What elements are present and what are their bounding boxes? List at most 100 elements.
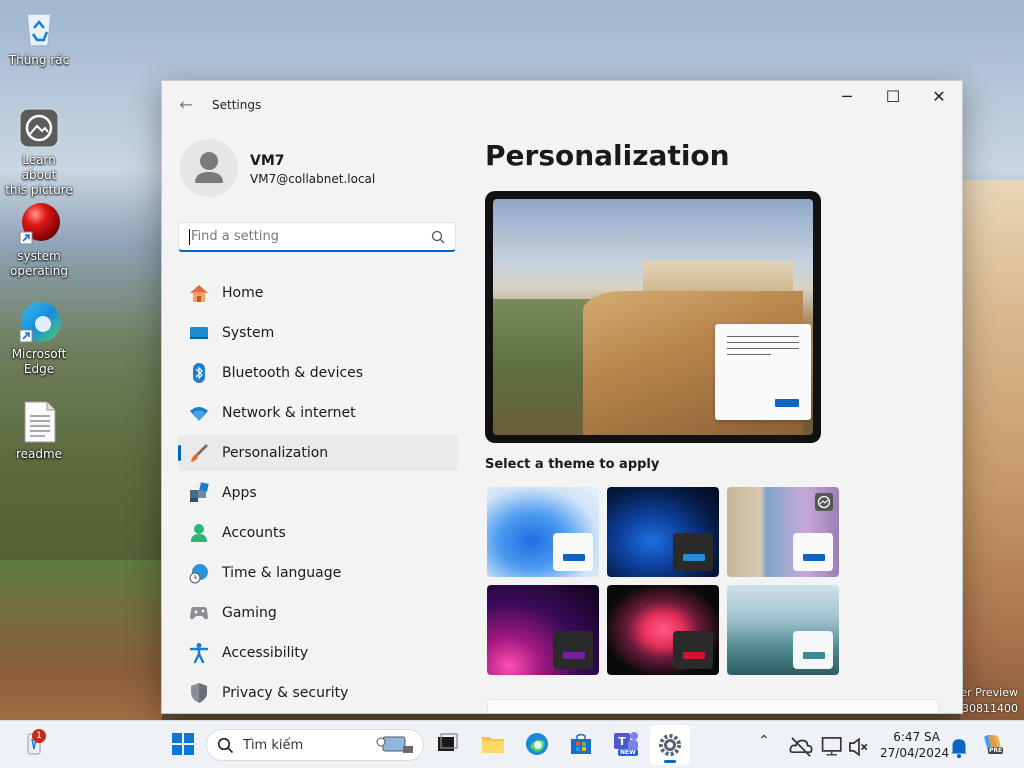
gamepad-icon	[190, 607, 208, 620]
sidebar-item-label: Time & language	[222, 565, 342, 581]
microsoft-store-icon[interactable]	[568, 731, 594, 757]
back-arrow-icon[interactable]: ←	[176, 95, 196, 115]
text-file-icon	[17, 400, 61, 444]
title-bar[interactable]: ← Settings ─ ☐ ✕	[162, 81, 962, 129]
sidebar-item-label: Network & internet	[222, 405, 356, 421]
search-icon[interactable]	[431, 230, 445, 244]
search-box[interactable]	[178, 222, 456, 252]
taskbar-search[interactable]: Tìm kiếm	[206, 729, 424, 761]
sidebar-item-gaming[interactable]: Gaming	[178, 595, 458, 631]
taskbar: 1 Tìm kiếm T NEW ⌃ 6:47 SA 27/04/2024 PR…	[0, 720, 1024, 768]
teams-new-badge: NEW	[618, 749, 638, 756]
desktop-icon-label: this picture	[5, 183, 73, 197]
brush-icon	[191, 444, 208, 462]
settings-card-partial[interactable]	[487, 699, 939, 713]
spotlight-icon	[815, 493, 833, 511]
sidebar-item-label: Privacy & security	[222, 685, 349, 701]
accessibility-icon	[189, 643, 209, 664]
close-button[interactable]: ✕	[916, 81, 962, 113]
sidebar-item-privacy[interactable]: Privacy & security	[178, 675, 458, 711]
volume-muted-icon[interactable]	[846, 734, 872, 760]
learn-about-picture-icon	[17, 106, 61, 150]
sidebar-item-accessibility[interactable]: Accessibility	[178, 635, 458, 671]
file-explorer-icon[interactable]	[480, 731, 506, 757]
sidebar-nav: Home System Bluetooth & devices Network …	[178, 275, 458, 713]
theme-preview	[485, 191, 821, 443]
profile-name: VM7	[250, 153, 285, 169]
preview-wallpaper	[493, 199, 813, 435]
svg-text:T: T	[618, 735, 626, 748]
clock-globe-icon	[189, 564, 208, 584]
theme-flow[interactable]	[727, 585, 839, 675]
edge-icon	[17, 300, 61, 344]
desktop-wallpaper-cliff-right	[960, 180, 1024, 720]
windows-start-icon[interactable]	[170, 731, 196, 757]
os-watermark-line1: der Preview	[953, 686, 1018, 699]
sidebar-item-label: Personalization	[222, 445, 329, 461]
gear-icon	[659, 734, 681, 756]
sidebar-item-system[interactable]: System	[178, 315, 458, 351]
text-caret	[189, 229, 190, 245]
theme-windows-dark[interactable]	[607, 487, 719, 577]
sidebar-item-accounts[interactable]: Accounts	[178, 515, 458, 551]
desktop-icon-label: readme	[15, 447, 63, 461]
desktop-icon-label: Thùng rác	[8, 53, 70, 67]
sidebar-item-label: Home	[222, 285, 264, 301]
desktop-icon-label: operating	[10, 264, 68, 278]
desktop-icon-readme[interactable]: readme	[4, 400, 74, 462]
desktop-icon-learn-about-picture[interactable]: Learn about this picture	[4, 106, 74, 198]
window-title: Settings	[212, 98, 262, 112]
recycle-bin-icon	[17, 6, 61, 50]
copilot-pre-badge: PRE	[988, 747, 1004, 754]
theme-spotlight[interactable]	[727, 487, 839, 577]
desktop-icon-label: Learn about	[21, 153, 57, 182]
theme-captured-motion[interactable]	[607, 585, 719, 675]
minimize-button[interactable]: ─	[824, 81, 870, 113]
sidebar-item-bluetooth[interactable]: Bluetooth & devices	[178, 355, 458, 391]
sidebar-item-time-language[interactable]: Time & language	[178, 555, 458, 591]
theme-windows-light[interactable]	[487, 487, 599, 577]
clock[interactable]: 6:47 SA 27/04/2024	[880, 729, 950, 761]
apps-icon	[190, 482, 209, 502]
home-icon	[190, 285, 208, 302]
avatar[interactable]	[180, 139, 238, 197]
desktop-icon-microsoft-edge[interactable]: Microsoft Edge	[4, 300, 74, 377]
taskbar-search-label: Tìm kiếm	[243, 738, 304, 753]
desktop-icon-label: Edge	[23, 362, 55, 376]
sidebar-item-home[interactable]: Home	[178, 275, 458, 311]
maximize-button[interactable]: ☐	[870, 81, 916, 113]
notification-count-badge: 1	[32, 729, 46, 743]
search-icon	[217, 737, 234, 754]
sidebar-item-personalization[interactable]: Personalization	[178, 435, 458, 471]
desktop-wallpaper-cliff-left	[0, 560, 162, 720]
accounts-icon	[191, 524, 207, 542]
chevron-up-icon[interactable]: ⌃	[758, 733, 770, 749]
desktop-icon-system-operating[interactable]: system operating	[4, 202, 74, 279]
red-sphere-shortcut-icon	[17, 202, 61, 246]
network-icon[interactable]	[820, 734, 846, 760]
taskbar-settings-button[interactable]	[650, 725, 690, 765]
task-view-icon[interactable]	[434, 731, 460, 757]
clock-date: 27/04/2024	[880, 746, 950, 760]
theme-glow[interactable]	[487, 585, 599, 675]
themes-heading: Select a theme to apply	[485, 457, 660, 472]
shield-icon	[191, 683, 207, 703]
teams-icon[interactable]: T NEW	[612, 729, 640, 759]
sidebar-item-label: System	[222, 325, 275, 341]
notification-bell-icon[interactable]	[946, 734, 972, 760]
onedrive-offline-icon[interactable]	[788, 734, 814, 760]
wifi-icon	[190, 407, 208, 421]
edge-icon[interactable]	[524, 731, 550, 757]
sidebar-item-label: Bluetooth & devices	[222, 365, 364, 381]
sidebar-item-apps[interactable]: Apps	[178, 475, 458, 511]
bluetooth-icon	[193, 363, 205, 383]
desktop-icon-recycle-bin[interactable]: Thùng rác	[4, 6, 74, 68]
desktop-icon-label: Microsoft	[11, 347, 67, 361]
search-input[interactable]	[189, 228, 423, 245]
clock-time: 6:47 SA	[893, 730, 940, 744]
sidebar-item-network[interactable]: Network & internet	[178, 395, 458, 431]
copilot-icon[interactable]: PRE	[980, 731, 1006, 759]
sidebar-item-label: Apps	[222, 485, 257, 501]
preview-sample-window	[715, 324, 811, 420]
page-title: Personalization	[485, 139, 730, 172]
